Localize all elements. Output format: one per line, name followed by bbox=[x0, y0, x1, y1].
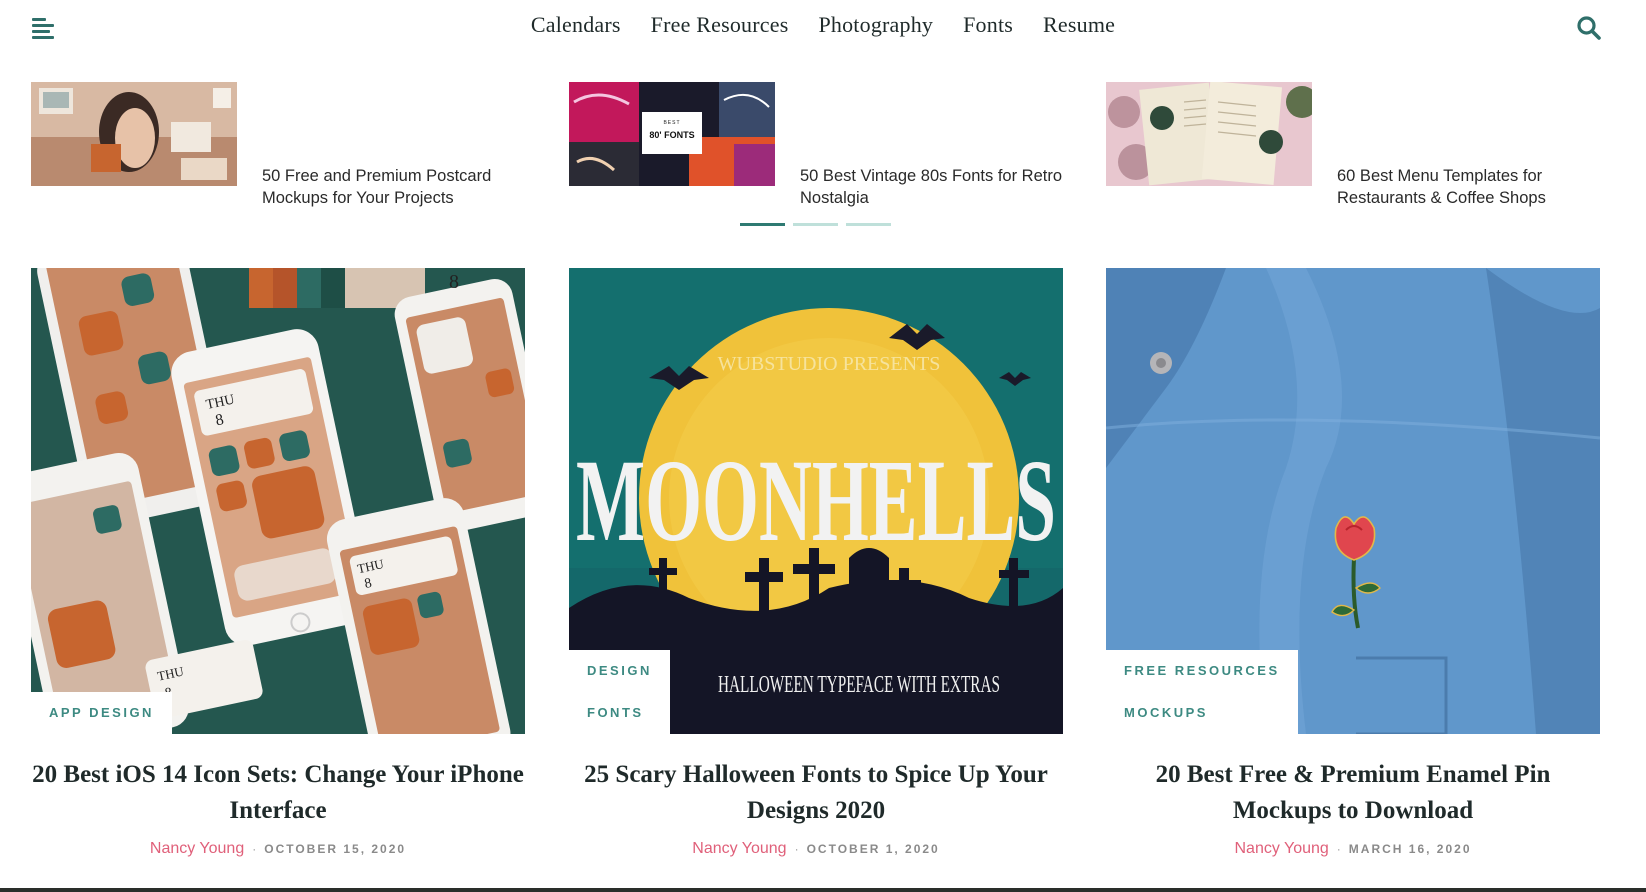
slide-thumbnail-menu-templates[interactable] bbox=[1106, 82, 1312, 186]
site-header: Calendars Free Resources Photography Fon… bbox=[0, 0, 1646, 56]
image-presents-text: WUBSTUDIO PRESENTS bbox=[718, 353, 941, 375]
tag-mockups[interactable]: MOCKUPS bbox=[1124, 692, 1280, 734]
search-icon[interactable] bbox=[1576, 15, 1602, 41]
slide-caption[interactable]: 50 Best Vintage 80s Fonts for Retro Nost… bbox=[800, 165, 1080, 209]
image-subtitle-text: HALLOWEEN TYPEFACE WITH EXTRAS bbox=[718, 672, 1000, 698]
nav-item-calendars[interactable]: Calendars bbox=[531, 12, 621, 38]
meta-separator: · bbox=[252, 842, 257, 856]
main-nav: Calendars Free Resources Photography Fon… bbox=[0, 12, 1646, 38]
tag-design[interactable]: DESIGN bbox=[587, 650, 652, 692]
widget-top-date: 8 bbox=[449, 271, 459, 293]
post-date: OCTOBER 1, 2020 bbox=[806, 842, 940, 856]
post-meta: Nancy Young · OCTOBER 15, 2020 bbox=[31, 840, 525, 858]
nav-item-free-resources[interactable]: Free Resources bbox=[651, 12, 789, 38]
image-moonhells-text: MOONHELLS bbox=[576, 435, 1056, 566]
post-title[interactable]: 20 Best iOS 14 Icon Sets: Change Your iP… bbox=[31, 757, 525, 829]
slider-item[interactable]: BEST 80' FONTS 50 Best Vintage 80s Fonts… bbox=[569, 82, 1089, 212]
tag-app-design[interactable]: APP DESIGN bbox=[49, 692, 154, 734]
slide-thumbnail-80s-fonts[interactable]: BEST 80' FONTS bbox=[569, 82, 775, 186]
slider-item[interactable]: 60 Best Menu Templates for Restaurants &… bbox=[1106, 82, 1626, 212]
featured-slider: 50 Free and Premium Postcard Mockups for… bbox=[0, 82, 1646, 232]
post-card: THU 8 8 THU 8 THU APP DESIGN 20 Best iOS… bbox=[31, 268, 525, 868]
nav-item-photography[interactable]: Photography bbox=[818, 12, 933, 38]
slider-dot-2[interactable] bbox=[793, 223, 838, 226]
meta-separator: · bbox=[794, 842, 799, 856]
thumb-text-80-fonts: 80' FONTS bbox=[649, 130, 694, 140]
thumb-text-best: BEST bbox=[663, 120, 680, 126]
tag-fonts[interactable]: FONTS bbox=[587, 692, 652, 734]
post-author[interactable]: Nancy Young bbox=[692, 840, 786, 857]
slider-item[interactable]: 50 Free and Premium Postcard Mockups for… bbox=[31, 82, 551, 212]
slider-dot-1[interactable] bbox=[740, 223, 785, 226]
slide-caption[interactable]: 60 Best Menu Templates for Restaurants &… bbox=[1337, 165, 1617, 209]
post-title[interactable]: 25 Scary Halloween Fonts to Spice Up You… bbox=[569, 757, 1063, 829]
post-card: FREE RESOURCES MOCKUPS 20 Best Free & Pr… bbox=[1106, 268, 1600, 868]
slide-caption[interactable]: 50 Free and Premium Postcard Mockups for… bbox=[262, 165, 542, 209]
post-card: WUBSTUDIO PRESENTS MOONHELLS HALLOWEEN T… bbox=[569, 268, 1063, 868]
post-author[interactable]: Nancy Young bbox=[1234, 840, 1328, 857]
nav-item-resume[interactable]: Resume bbox=[1043, 12, 1115, 38]
post-meta: Nancy Young · OCTOBER 1, 2020 bbox=[569, 840, 1063, 858]
post-tags: DESIGN FONTS bbox=[569, 650, 670, 734]
slider-dot-3[interactable] bbox=[846, 223, 891, 226]
tag-free-resources[interactable]: FREE RESOURCES bbox=[1124, 650, 1280, 692]
post-tags: APP DESIGN bbox=[31, 692, 172, 734]
meta-separator: · bbox=[1336, 842, 1341, 856]
post-date: MARCH 16, 2020 bbox=[1348, 842, 1472, 856]
page-bottom-strip bbox=[0, 888, 1646, 892]
post-meta: Nancy Young · MARCH 16, 2020 bbox=[1106, 840, 1600, 858]
post-tags: FREE RESOURCES MOCKUPS bbox=[1106, 650, 1298, 734]
slide-thumbnail-postcard[interactable] bbox=[31, 82, 237, 186]
post-title[interactable]: 20 Best Free & Premium Enamel Pin Mockup… bbox=[1106, 757, 1600, 829]
nav-item-fonts[interactable]: Fonts bbox=[963, 12, 1013, 38]
post-date: OCTOBER 15, 2020 bbox=[264, 842, 407, 856]
post-image-ios-icon-sets[interactable]: THU 8 8 THU 8 THU bbox=[31, 268, 525, 734]
slider-pagination bbox=[740, 223, 891, 226]
post-author[interactable]: Nancy Young bbox=[150, 840, 244, 857]
